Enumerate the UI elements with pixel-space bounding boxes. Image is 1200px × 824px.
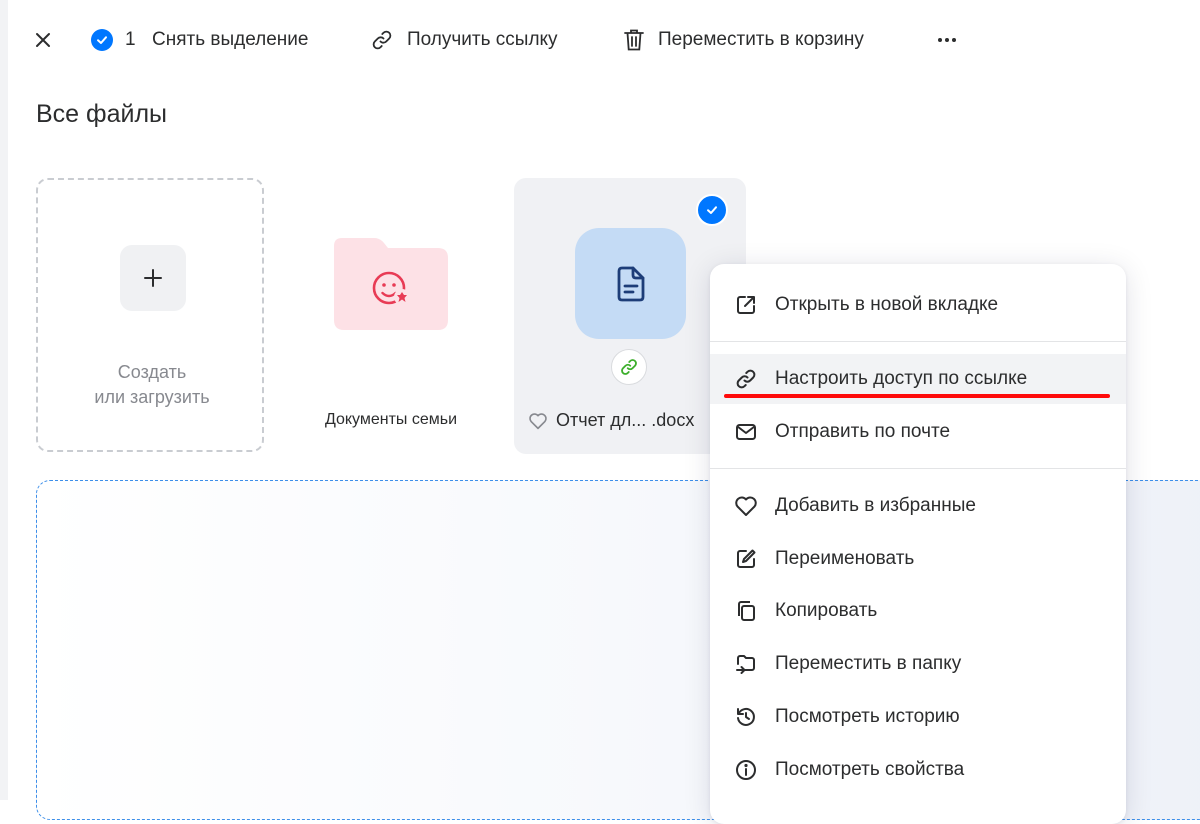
- move-to-trash-button[interactable]: Переместить в корзину: [623, 22, 864, 58]
- menu-item-send-mail[interactable]: Отправить по почте: [710, 407, 1126, 457]
- link-icon: [734, 367, 758, 391]
- move-to-trash-label: Переместить в корзину: [658, 29, 864, 50]
- deselect-button[interactable]: Снять выделение: [152, 22, 308, 58]
- menu-item-label: Посмотреть историю: [775, 706, 960, 727]
- link-icon: [372, 30, 392, 50]
- menu-item-label: Отправить по почте: [775, 421, 951, 442]
- selected-count: 1: [91, 22, 136, 58]
- plus-icon: [120, 245, 186, 311]
- family-folder-icon: [334, 238, 448, 330]
- folder-tile-family-docs[interactable]: Документы семьи: [296, 178, 486, 452]
- menu-item-label: Открыть в новой вкладке: [775, 294, 999, 315]
- move-to-folder-icon: [734, 652, 758, 676]
- history-icon: [734, 705, 758, 729]
- menu-item-copy[interactable]: Копировать: [710, 586, 1126, 636]
- copy-icon: [734, 599, 758, 623]
- shared-link-icon: [611, 349, 647, 385]
- menu-item-label: Посмотреть свойства: [775, 759, 965, 780]
- edit-icon: [734, 547, 758, 571]
- info-icon: [734, 758, 758, 782]
- get-link-label: Получить ссылку: [407, 29, 558, 50]
- page-title: Все файлы: [36, 100, 168, 128]
- highlight-underline: [724, 394, 1110, 398]
- menu-item-label: Переместить в папку: [775, 653, 962, 674]
- selection-toolbar: 1 Снять выделение Получить ссылку Переме…: [0, 0, 1200, 80]
- menu-item-add-favorite[interactable]: Добавить в избранные: [710, 481, 1126, 531]
- heart-icon[interactable]: [528, 412, 548, 430]
- trash-icon: [624, 29, 644, 51]
- close-selection-button[interactable]: [32, 22, 54, 58]
- menu-divider: [710, 468, 1126, 469]
- file-name-row: Отчет дл... .docx: [528, 410, 694, 431]
- file-context-menu: Открыть в новой вкладке Настроить доступ…: [710, 264, 1126, 824]
- check-circle-icon: [91, 29, 113, 51]
- menu-item-open-new-tab[interactable]: Открыть в новой вкладке: [710, 280, 1126, 330]
- create-or-upload-tile[interactable]: Создать или загрузить: [36, 178, 264, 452]
- menu-item-rename[interactable]: Переименовать: [710, 534, 1126, 584]
- menu-item-properties[interactable]: Посмотреть свойства: [710, 745, 1126, 795]
- mail-icon: [734, 420, 758, 444]
- deselect-label: Снять выделение: [152, 29, 309, 50]
- get-link-button[interactable]: Получить ссылку: [370, 22, 558, 58]
- file-name: Отчет дл... .docx: [556, 410, 695, 430]
- menu-item-label: Добавить в избранные: [775, 495, 976, 516]
- heart-icon: [734, 494, 758, 518]
- external-link-icon: [734, 293, 758, 317]
- menu-item-history[interactable]: Посмотреть историю: [710, 692, 1126, 742]
- menu-item-label: Настроить доступ по ссылке: [775, 368, 1028, 389]
- menu-item-move-to-folder[interactable]: Переместить в папку: [710, 639, 1126, 689]
- more-dots-icon: [938, 38, 956, 42]
- selected-check-icon[interactable]: [696, 194, 728, 226]
- folder-label: Документы семьи: [324, 411, 458, 428]
- menu-divider: [710, 341, 1126, 342]
- create-or-upload-label: Создать или загрузить: [94, 362, 210, 407]
- document-icon: [575, 228, 686, 339]
- close-icon: [36, 33, 50, 47]
- page-left-edge: [0, 0, 8, 800]
- selected-count-value: 1: [125, 29, 136, 50]
- more-actions-button[interactable]: [936, 22, 958, 58]
- menu-item-label: Копировать: [775, 600, 878, 621]
- menu-item-label: Переименовать: [775, 548, 915, 569]
